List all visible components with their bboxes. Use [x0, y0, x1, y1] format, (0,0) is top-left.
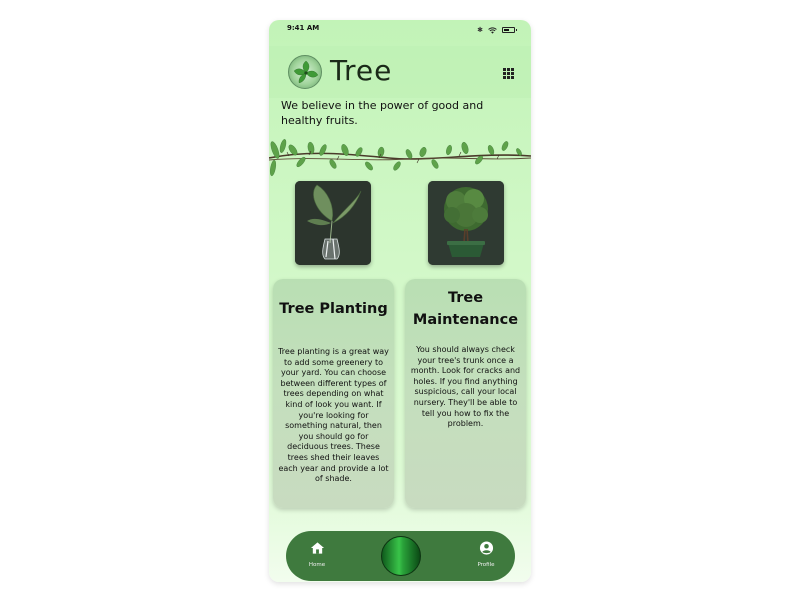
potted-tree-image	[428, 181, 504, 265]
home-icon	[310, 542, 324, 554]
bottom-nav: Home Profile	[286, 531, 515, 581]
nav-profile-label: Profile	[477, 562, 495, 568]
tree-maintenance-card[interactable]: Tree Maintenance You should always check…	[405, 279, 526, 508]
plant-in-vase-image	[295, 181, 371, 265]
bluetooth-icon: ✱	[477, 26, 483, 34]
card-title: Tree Planting	[279, 301, 388, 317]
nav-profile[interactable]: Profile	[466, 541, 506, 568]
card-title: Tree Maintenance	[412, 290, 519, 328]
phone-screen: 9:41 AM ✱ Tree We believe in the power o…	[269, 20, 531, 582]
nav-home[interactable]: Home	[297, 541, 337, 568]
app-header: Tree	[269, 46, 531, 98]
nav-home-label: Home	[308, 562, 326, 568]
center-action-button[interactable]	[381, 536, 421, 576]
vine-banner	[269, 139, 531, 177]
grid-menu-icon[interactable]	[503, 68, 514, 79]
status-time: 9:41 AM	[287, 24, 320, 32]
tree-planting-card[interactable]: Tree Planting Tree planting is a great w…	[273, 279, 394, 508]
app-title: Tree	[330, 54, 393, 87]
card-body: Tree planting is a great way to add some…	[278, 347, 389, 484]
wifi-icon	[488, 26, 497, 34]
status-icons: ✱	[477, 26, 517, 34]
profile-icon	[479, 541, 493, 555]
tagline: We believe in the power of good and heal…	[281, 99, 484, 127]
battery-icon	[502, 27, 517, 33]
card-body: You should always check your tree's trun…	[410, 345, 521, 429]
status-bar: 9:41 AM ✱	[269, 20, 531, 44]
leaf-logo-icon	[288, 55, 322, 89]
